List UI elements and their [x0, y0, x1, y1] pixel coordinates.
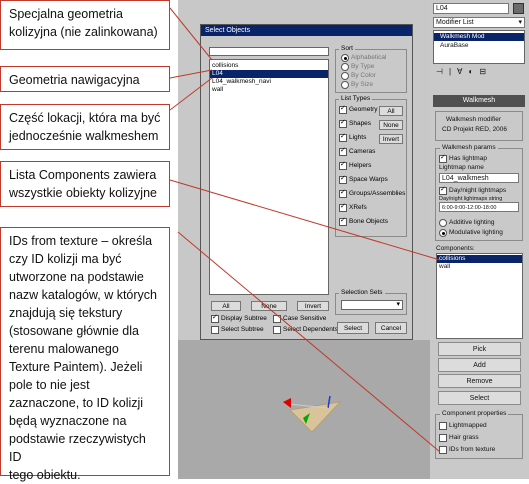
connector-line-2	[169, 69, 213, 79]
transform-gizmo-icon	[283, 395, 342, 433]
connector-line-1	[169, 7, 213, 61]
connector-line-3	[169, 77, 213, 111]
connector-line-4	[169, 179, 441, 261]
annotation-connectors	[169, 7, 441, 453]
